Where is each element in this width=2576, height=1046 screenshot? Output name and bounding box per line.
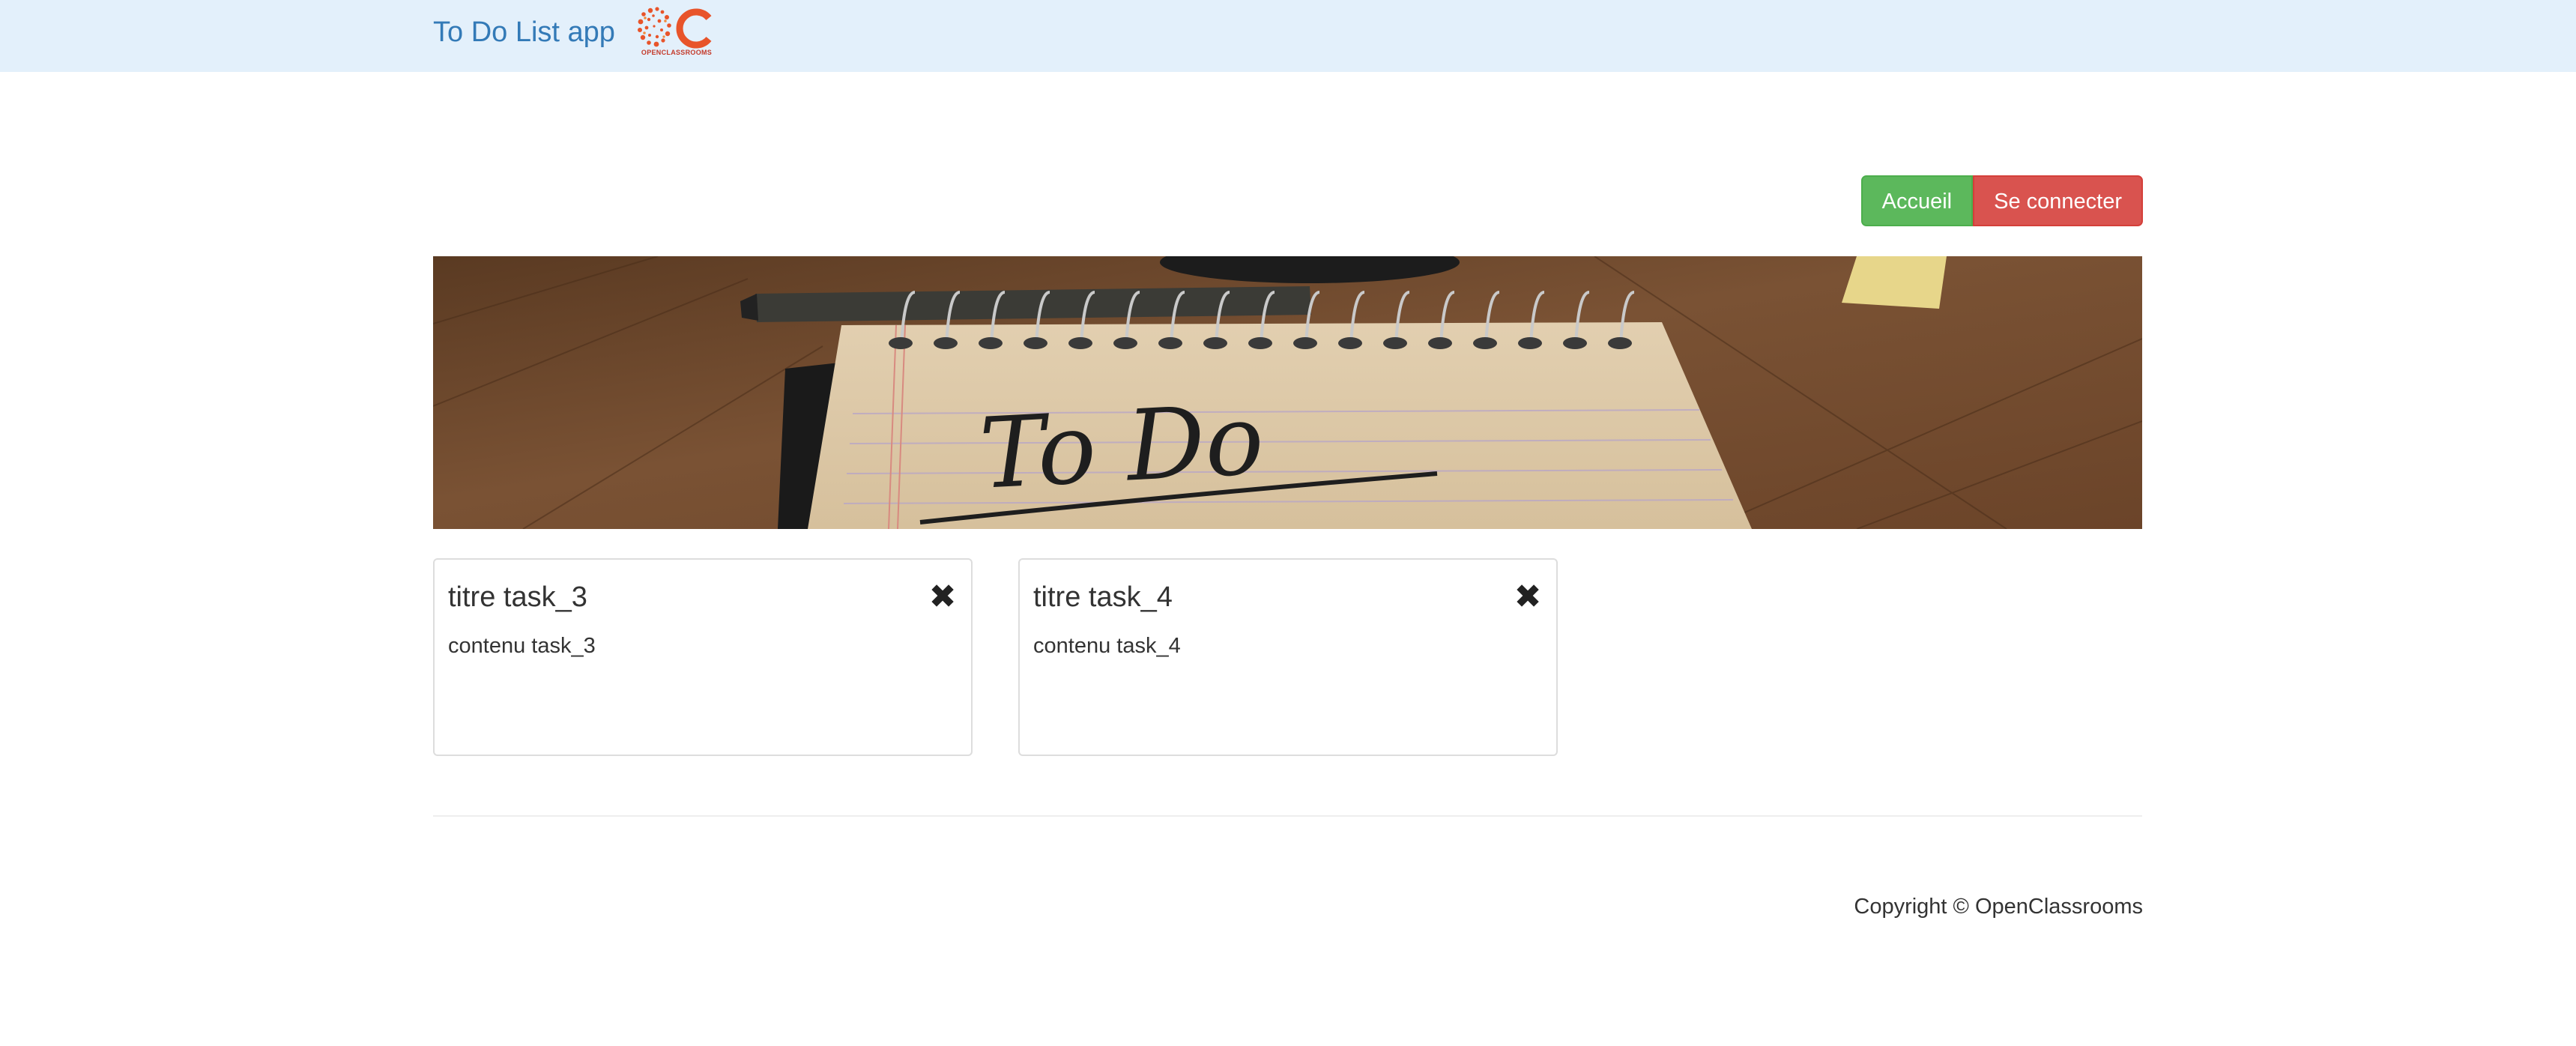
task-title: titre task_3 [448,581,587,613]
action-buttons: Accueil Se connecter [1860,175,2143,226]
navbar: To Do List app OPENCLASSROOMS [0,0,2576,72]
task-content: contenu task_3 [448,634,596,658]
task-card: titre task_3 contenu task_3 ✖ [433,558,973,756]
task-card: titre task_4 contenu task_4 ✖ [1018,558,1558,756]
task-title: titre task_4 [1033,581,1173,613]
close-icon[interactable]: ✖ [1513,579,1543,615]
close-icon[interactable]: ✖ [928,579,958,615]
svg-text:OPENCLASSROOMS: OPENCLASSROOMS [641,49,712,56]
login-button[interactable]: Se connecter [1973,175,2143,226]
home-button[interactable]: Accueil [1860,175,1974,226]
brand-link[interactable]: To Do List app [433,15,615,49]
footer-divider [433,815,2142,817]
openclassrooms-logo[interactable]: OPENCLASSROOMS [634,3,719,57]
footer-copyright: Copyright © OpenClassrooms [1854,895,2143,919]
task-content: contenu task_4 [1033,634,1181,658]
todo-banner-image: To Do [433,256,2142,529]
